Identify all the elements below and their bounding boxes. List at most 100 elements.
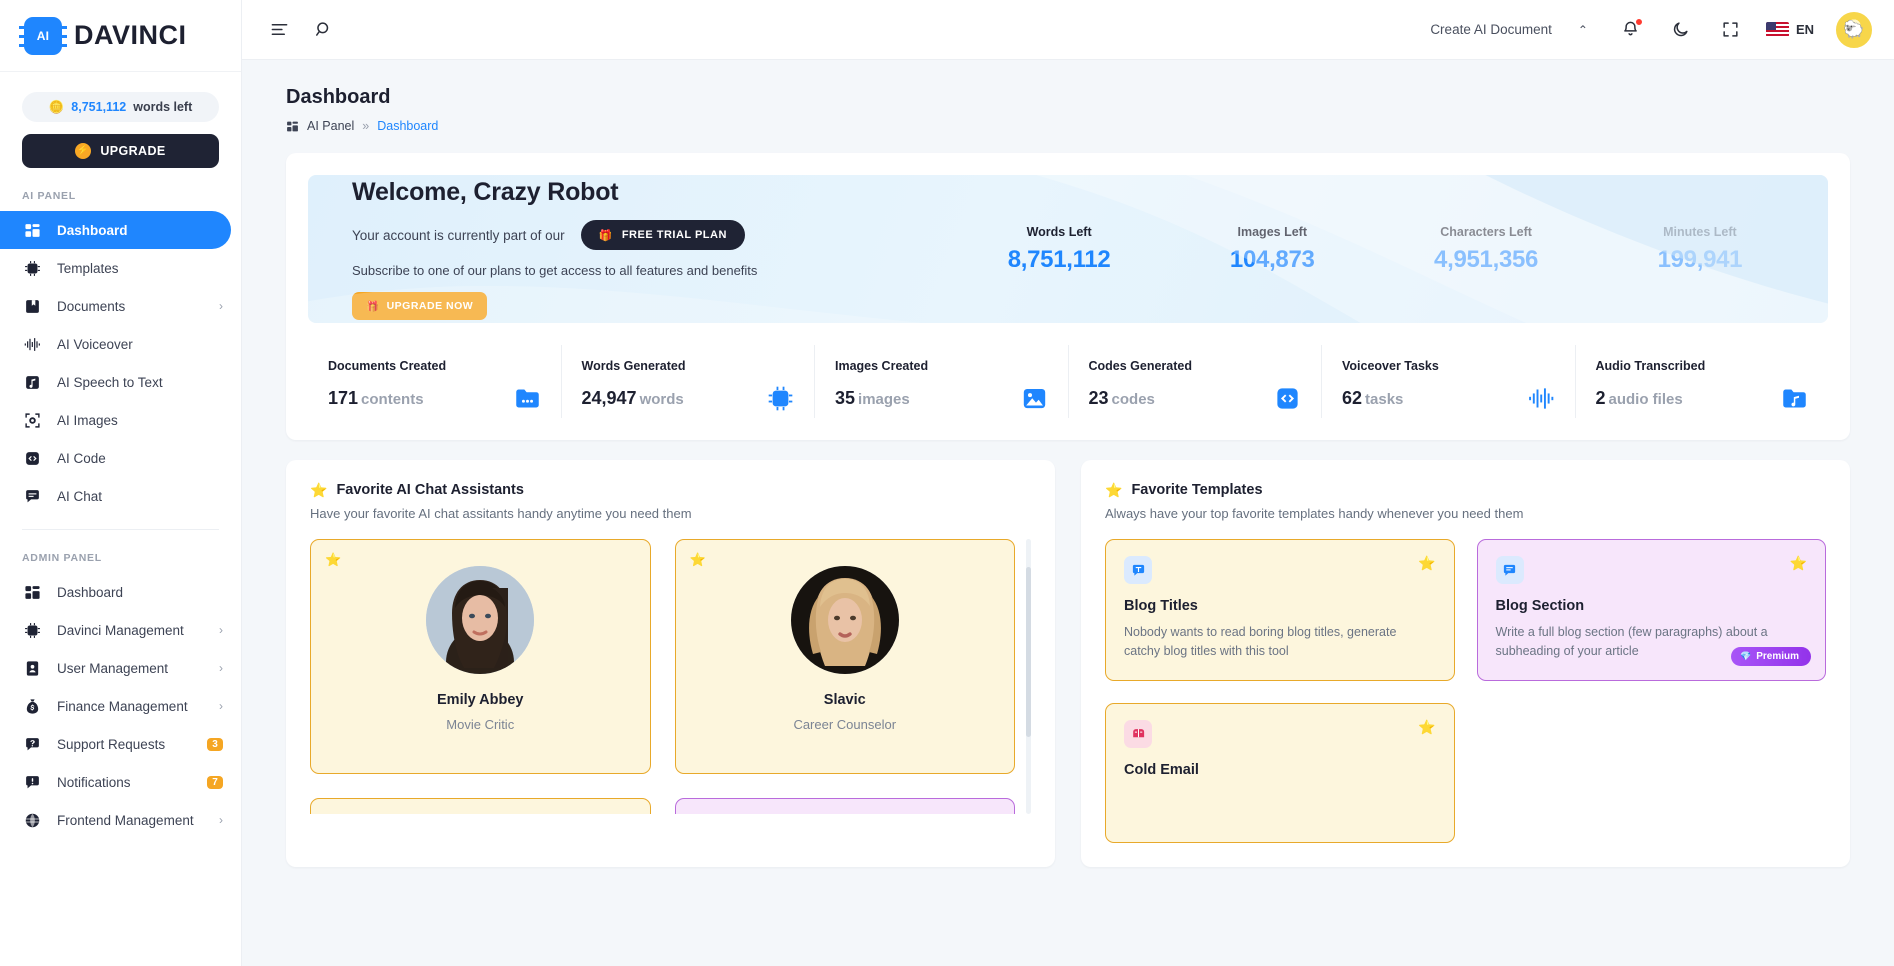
sidebar-item-label: Templates — [57, 260, 119, 276]
star-icon[interactable]: ⭐ — [690, 552, 706, 568]
sidebar-item-label: Support Requests — [57, 736, 166, 752]
assistant-avatar — [790, 566, 899, 674]
plan-row: Your account is currently part of our 🎁 … — [352, 220, 948, 250]
stat-card[interactable]: Words Generated 24,947 words — [562, 345, 815, 418]
search-icon[interactable] — [304, 11, 342, 49]
star-icon[interactable]: ⭐ — [1790, 556, 1807, 570]
stat-row: 23 codes — [1089, 385, 1302, 412]
star-icon[interactable]: ⭐ — [1418, 720, 1435, 734]
sidebar-item-ai-speech-to-text[interactable]: AI Speech to Text — [0, 363, 241, 401]
banner-stat-label: Words Left — [1026, 224, 1092, 239]
sidebar-item-user-management[interactable]: User Management › — [0, 649, 241, 687]
template-card[interactable]: ⭐ Blog Titles Nobody wants to read boring … — [1105, 539, 1455, 681]
banner-stat: Minutes Left 199,941 — [1658, 225, 1743, 274]
sidebar-item-ai-images[interactable]: AI Images — [0, 401, 241, 439]
content-scroll[interactable]: Dashboard AI Panel » Dashboard Welcome, … — [242, 60, 1894, 966]
sidebar-item-label: Dashboard — [57, 222, 128, 238]
nav-section-label: ADMIN PANEL — [22, 552, 102, 564]
stat-unit: contents — [361, 391, 424, 408]
stat-unit: codes — [1111, 391, 1155, 408]
favorite-templates-subtitle: Always have your top favorite templates … — [1105, 506, 1524, 521]
sidebar-item-badge: 7 — [207, 775, 223, 789]
sidebar-item-label: AI Images — [57, 412, 118, 428]
star-icon: ⭐ — [310, 482, 328, 498]
fullscreen-icon[interactable] — [1712, 11, 1750, 49]
chevron-right-icon[interactable]: › — [219, 699, 223, 713]
avatar[interactable]: 🐑 — [1836, 11, 1872, 48]
stat-card[interactable]: Codes Generated 23 codes — [1069, 345, 1322, 418]
stat-card[interactable]: Images Created 35 images — [815, 345, 1069, 418]
template-card[interactable]: ⭐ Blog Section Write a full blog section (… — [1476, 539, 1826, 681]
scrollbar-track[interactable] — [1026, 539, 1031, 814]
bell-icon[interactable] — [1612, 11, 1650, 49]
sidebar-item-notifications[interactable]: Notifications 7 — [0, 763, 241, 801]
brand-logo[interactable]: AI DAVINCI — [0, 0, 241, 72]
free-trial-plan-chip[interactable]: 🎁 FREE TRIAL PLAN — [580, 220, 745, 250]
assistants-scroll-area[interactable]: ⭐ Emily Abbey Movie Critic ⭐ Slavic Career Co… — [310, 539, 1031, 814]
stat-card[interactable]: Documents Created 171 contents — [308, 345, 562, 418]
premium-label: Premium — [1756, 650, 1799, 662]
scrollbar-thumb[interactable] — [1026, 567, 1031, 737]
stat-row: 24,947 words — [582, 385, 795, 412]
sidebar-item-finance-management[interactable]: Finance Management › — [0, 687, 241, 725]
sidebar-upgrade-button[interactable]: ⚡ UPGRADE — [22, 134, 219, 168]
stat-value: 2 audio files — [1596, 388, 1683, 409]
stat-title: Codes Generated — [1088, 359, 1193, 373]
template-card[interactable]: ⭐ Cold Email — [1105, 702, 1455, 843]
breadcrumb-root[interactable]: AI Panel — [307, 119, 354, 133]
chevron-right-icon[interactable]: › — [219, 299, 223, 313]
banner-stats: Words Left 8,751,112 Images Left 104,873 Cha… — [948, 225, 1828, 274]
ai-chip-icon — [767, 385, 794, 412]
camera-icon — [22, 410, 42, 430]
assistant-name: Emily Abbey — [437, 692, 524, 708]
user-card-icon — [22, 658, 42, 678]
language-selector[interactable]: EN — [1765, 22, 1814, 37]
sidebar-item-templates[interactable]: Templates — [0, 249, 241, 287]
moon-icon[interactable] — [1662, 11, 1700, 49]
chevron-up-icon[interactable]: ⌃ — [1578, 23, 1588, 37]
stat-card[interactable]: Voiceover Tasks 62 tasks — [1322, 345, 1576, 418]
sidebar-item-ai-voiceover[interactable]: AI Voiceover — [0, 325, 241, 363]
assistant-card-partial[interactable] — [310, 798, 651, 814]
sidebar-item-ai-chat[interactable]: AI Chat — [0, 477, 241, 515]
sidebar-item-ai-code[interactable]: AI Code — [0, 439, 241, 477]
stat-value: 24,947 words — [582, 388, 684, 409]
sidebar-item-dashboard[interactable]: Dashboard — [0, 211, 231, 249]
dashboard-icon — [22, 582, 42, 602]
breadcrumb-separator: » — [362, 119, 370, 133]
sidebar-item-support-requests[interactable]: Support Requests 3 — [0, 725, 241, 763]
sidebar-item-documents[interactable]: Documents › — [0, 287, 241, 325]
banner-stat-label: Characters Left — [1440, 224, 1532, 239]
notification-dot — [1634, 17, 1643, 26]
chevron-right-icon[interactable]: › — [219, 623, 223, 637]
stat-unit: tasks — [1365, 391, 1404, 408]
stat-value: 23 codes — [1089, 388, 1155, 409]
banner-stat: Characters Left 4,951,356 — [1434, 225, 1538, 274]
sidebar-item-frontend-management[interactable]: Frontend Management › — [0, 801, 241, 839]
us-flag-icon — [1765, 22, 1789, 37]
chevron-right-icon[interactable]: › — [219, 661, 223, 675]
assistant-card-partial[interactable] — [674, 798, 1015, 814]
sidebar-item-label: Notifications — [57, 774, 131, 790]
sidebar-item-dashboard[interactable]: Dashboard — [0, 573, 241, 611]
welcome-wrap: Welcome, Crazy Robot Your account is cur… — [286, 153, 1850, 345]
hamburger-icon[interactable] — [260, 11, 298, 49]
stat-value: 35 images — [835, 388, 910, 409]
stat-title: Voiceover Tasks — [1342, 359, 1439, 373]
music-note-icon — [22, 372, 42, 392]
assistant-card[interactable]: ⭐ Emily Abbey Movie Critic — [310, 539, 651, 774]
topbar: Create AI Document ⌃ EN 🐑 — [242, 0, 1894, 60]
dashboard-icon — [22, 220, 42, 240]
star-icon[interactable]: ⭐ — [325, 552, 341, 568]
premium-badge: 💎 Premium — [1730, 646, 1811, 666]
assistant-card[interactable]: ⭐ Slavic Career Counselor — [674, 539, 1015, 774]
star-icon[interactable]: ⭐ — [1418, 556, 1435, 570]
upgrade-now-button[interactable]: 🎁 UPGRADE NOW — [352, 292, 488, 320]
stat-card[interactable]: Audio Transcribed 2 audio files — [1576, 345, 1829, 418]
chevron-right-icon[interactable]: › — [219, 813, 223, 827]
folder-icon — [514, 385, 541, 412]
banner-stat: Images Left 104,873 — [1230, 225, 1315, 274]
sidebar-nav: AI PANEL Dashboard Templates Documents › AI V… — [0, 168, 241, 839]
create-ai-document-button[interactable]: Create AI Document — [1430, 22, 1552, 37]
sidebar-item-davinci-management[interactable]: Davinci Management › — [0, 611, 241, 649]
